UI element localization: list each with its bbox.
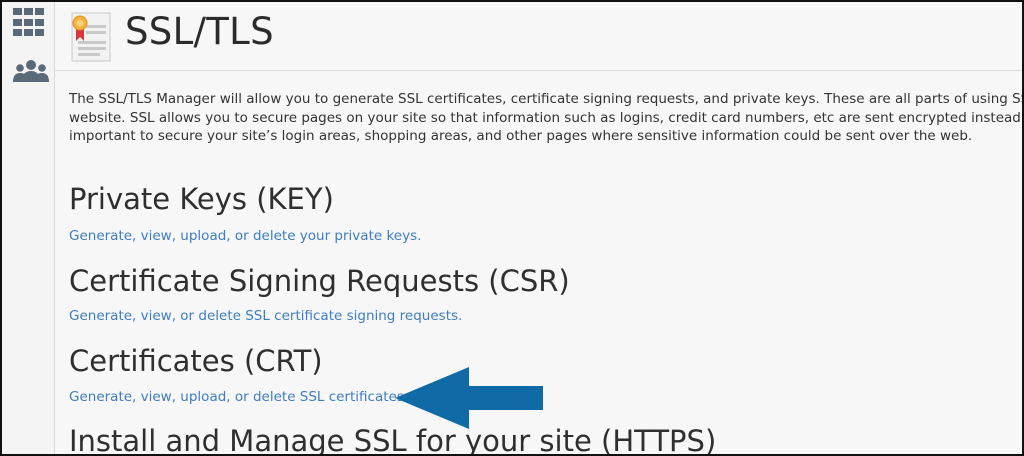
- csr-link[interactable]: Generate, view, or delete SSL certificat…: [69, 308, 462, 324]
- intro-line: The SSL/TLS Manager will allow you to ge…: [69, 91, 1024, 107]
- section-title-install-ssl: Install and Manage SSL for your site (HT…: [69, 424, 717, 456]
- intro-line: website. SSL allows you to secure pages …: [69, 109, 1024, 126]
- section-title-certificates: Certificates (CRT): [69, 344, 323, 378]
- grid-icon[interactable]: [13, 8, 44, 38]
- intro-line: important to secure your site’s login ar…: [69, 128, 973, 144]
- certificate-icon: [71, 12, 111, 62]
- window-frame: SSL/TLS The SSL/TLS Manager will allow y…: [0, 0, 1024, 456]
- intro-text: The SSL/TLS Manager will allow you to ge…: [69, 90, 1024, 146]
- private-keys-link[interactable]: Generate, view, upload, or delete your p…: [69, 228, 421, 244]
- page-header: SSL/TLS: [55, 2, 1022, 71]
- sidebar: [2, 2, 55, 454]
- arrow-left-icon: [395, 367, 543, 429]
- certificates-link[interactable]: Generate, view, upload, or delete SSL ce…: [69, 389, 408, 405]
- users-icon[interactable]: [13, 58, 49, 88]
- section-title-csr: Certificate Signing Requests (CSR): [69, 264, 570, 298]
- section-title-private-keys: Private Keys (KEY): [69, 182, 334, 216]
- page-title: SSL/TLS: [125, 10, 274, 53]
